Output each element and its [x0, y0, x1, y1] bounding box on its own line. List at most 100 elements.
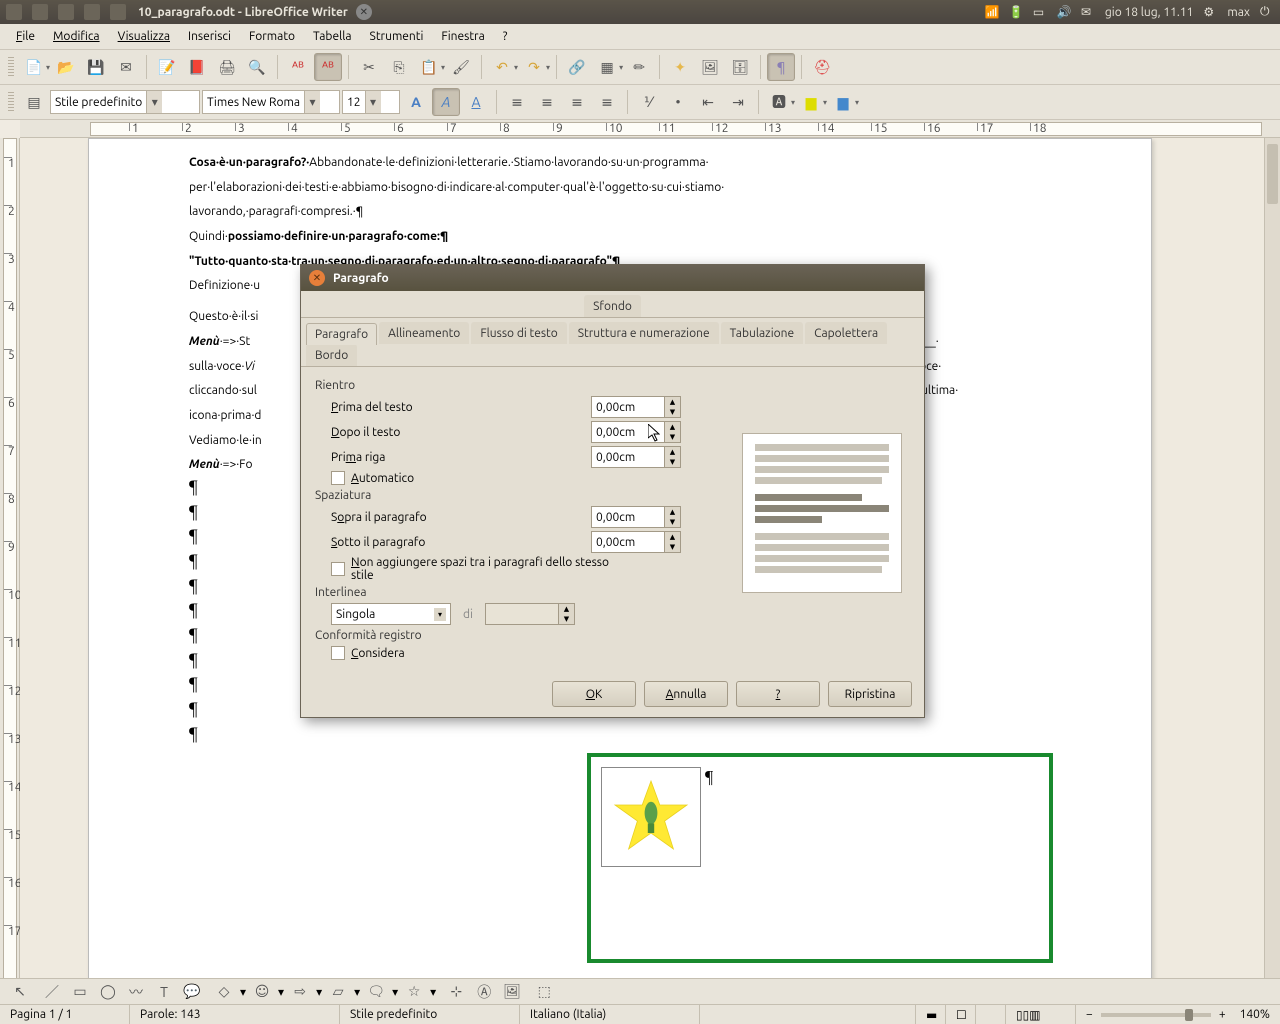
menu-modifica[interactable]: Modifica [45, 27, 108, 46]
copy-icon[interactable]: ⎘ [385, 53, 413, 81]
doc-icon-3[interactable] [110, 4, 126, 20]
table-icon[interactable]: ▦ [593, 53, 621, 81]
power-icon[interactable]: ⏻ [1260, 5, 1274, 19]
clock[interactable]: gio 18 lug, 11.11 [1105, 6, 1194, 19]
styles-icon[interactable]: ▤ [20, 88, 48, 116]
nonprinting-chars-icon[interactable]: ¶ [767, 53, 795, 81]
horizontal-ruler[interactable]: 123456789101112131415161718 [20, 120, 1280, 138]
dialog-titlebar[interactable]: ✕ Paragrafo [301, 265, 924, 291]
redo-icon[interactable]: ↷ [520, 53, 548, 81]
menu-tabella[interactable]: Tabella [305, 27, 360, 46]
block-arrows-icon[interactable]: ⇨ [288, 981, 312, 1003]
hyperlink-icon[interactable]: 🔗 [563, 53, 591, 81]
spin-up-icon[interactable]: ▲ [665, 507, 680, 517]
decrease-indent-icon[interactable]: ⇤ [694, 88, 722, 116]
status-page[interactable]: Pagina 1 / 1 [0, 1005, 130, 1024]
user-name[interactable]: max [1227, 6, 1250, 19]
checkbox-no-spazi[interactable] [331, 562, 345, 576]
zoom-out-icon[interactable]: − [1086, 1008, 1093, 1021]
doc-icon-1[interactable] [58, 4, 74, 20]
align-justify-icon[interactable]: ≡ [593, 88, 621, 116]
spellcheck-icon[interactable]: ᴬᴮ [284, 53, 312, 81]
tab-allineamento[interactable]: Allineamento [379, 322, 469, 344]
flowchart-icon[interactable]: ▱ [326, 981, 350, 1003]
navigator-icon[interactable]: ✦ [666, 53, 694, 81]
edit-doc-icon[interactable]: 📝 [153, 53, 181, 81]
paste-icon[interactable]: 📋 [415, 53, 443, 81]
dialog-close-icon[interactable]: ✕ [309, 270, 325, 286]
from-file-icon[interactable]: 🖼 [500, 981, 524, 1003]
menu-visualizza[interactable]: Visualizza [110, 27, 178, 46]
textbox-icon[interactable]: T [152, 981, 176, 1003]
preview-icon[interactable]: 🔍 [243, 53, 271, 81]
cut-icon[interactable]: ✂ [355, 53, 383, 81]
input-prima-testo[interactable]: ▲▼ [591, 396, 681, 418]
spin-up-icon[interactable]: ▲ [665, 422, 680, 432]
numbered-list-icon[interactable]: ⅟ [634, 88, 662, 116]
drawing-icon[interactable]: ✏ [625, 53, 653, 81]
status-zoom[interactable]: 140% [1230, 1005, 1280, 1024]
bullet-list-icon[interactable]: • [664, 88, 692, 116]
spin-down-icon[interactable]: ▼ [665, 407, 680, 417]
toolbar-grip[interactable] [8, 57, 14, 77]
font-color-icon[interactable]: 🅰 [765, 88, 793, 116]
status-style[interactable]: Stile predefinito [340, 1005, 520, 1024]
tab-struttura[interactable]: Struttura e numerazione [569, 322, 719, 344]
spin-down-icon[interactable]: ▼ [665, 432, 680, 442]
session-icon[interactable]: ⚙ [1203, 5, 1217, 19]
line-icon[interactable]: ／ [40, 981, 64, 1003]
tab-tabulazione[interactable]: Tabulazione [721, 322, 804, 344]
format-paintbrush-icon[interactable]: 🖌 [447, 53, 475, 81]
fontwork-icon[interactable]: Ⓐ [472, 981, 496, 1003]
menu-strumenti[interactable]: Strumenti [362, 27, 432, 46]
menu-finestra[interactable]: Finestra [433, 27, 492, 46]
align-right-icon[interactable]: ≡ [563, 88, 591, 116]
align-center-icon[interactable]: ≡ [533, 88, 561, 116]
underline-icon[interactable]: A [462, 88, 490, 116]
undo-icon[interactable]: ↶ [488, 53, 516, 81]
input-sotto[interactable]: ▲▼ [591, 531, 681, 553]
font-size-combo[interactable]: 12▾ [342, 90, 400, 114]
files-icon[interactable] [32, 4, 48, 20]
save-icon[interactable]: 💾 [82, 53, 110, 81]
align-left-icon[interactable]: ≡ [503, 88, 531, 116]
tip-frame[interactable]: ¶ [587, 753, 1053, 963]
paragraph-style-combo[interactable]: Stile predefinito▾ [50, 90, 200, 114]
bold-icon[interactable]: A [402, 88, 430, 116]
tab-flusso[interactable]: Flusso di testo [471, 322, 566, 344]
highlight-icon[interactable]: ▆ [797, 88, 825, 116]
callout-icon[interactable]: 💬 [180, 981, 204, 1003]
menu-file[interactable]: File [8, 27, 43, 46]
points-icon[interactable]: ⊹ [444, 981, 468, 1003]
tab-sfondo[interactable]: Sfondo [584, 295, 641, 317]
status-words[interactable]: Parole: 143 [130, 1005, 340, 1024]
print-icon[interactable]: 🖨 [213, 53, 241, 81]
tab-bordo[interactable]: Bordo [306, 344, 357, 366]
volume-icon[interactable]: 🔊 [1057, 5, 1071, 19]
cancel-button[interactable]: Annulla [644, 681, 728, 707]
gallery-icon[interactable]: 🖼 [696, 53, 724, 81]
select-arrow-icon[interactable]: ↖ [8, 981, 32, 1003]
vertical-scrollbar[interactable] [1264, 138, 1280, 980]
increase-indent-icon[interactable]: ⇥ [724, 88, 752, 116]
spin-down-icon[interactable]: ▼ [665, 457, 680, 467]
export-pdf-icon[interactable]: 📕 [183, 53, 211, 81]
window-icon[interactable]: ▭ [1033, 5, 1047, 19]
ellipse-icon[interactable]: ◯ [96, 981, 120, 1003]
input-sopra[interactable]: ▲▼ [591, 506, 681, 528]
help-button[interactable]: ? [736, 681, 820, 707]
checkbox-automatico[interactable] [331, 471, 345, 485]
spin-down-icon[interactable]: ▼ [665, 517, 680, 527]
toolbar-grip[interactable] [8, 92, 14, 112]
rectangle-icon[interactable]: ▭ [68, 981, 92, 1003]
spin-up-icon[interactable]: ▲ [665, 397, 680, 407]
input-dopo-testo[interactable]: ▲▼ [591, 421, 681, 443]
new-doc-icon[interactable]: 📄 [20, 53, 48, 81]
vertical-ruler[interactable]: 1234567891011121314151617 [0, 138, 20, 980]
spin-down-icon[interactable]: ▼ [665, 542, 680, 552]
doc-icon-2[interactable] [84, 4, 100, 20]
stars-icon[interactable]: ☆ [402, 981, 426, 1003]
tab-paragrafo[interactable]: Paragrafo [306, 323, 377, 345]
background-color-icon[interactable]: ▆ [829, 88, 857, 116]
datasources-icon[interactable]: 🗄 [726, 53, 754, 81]
